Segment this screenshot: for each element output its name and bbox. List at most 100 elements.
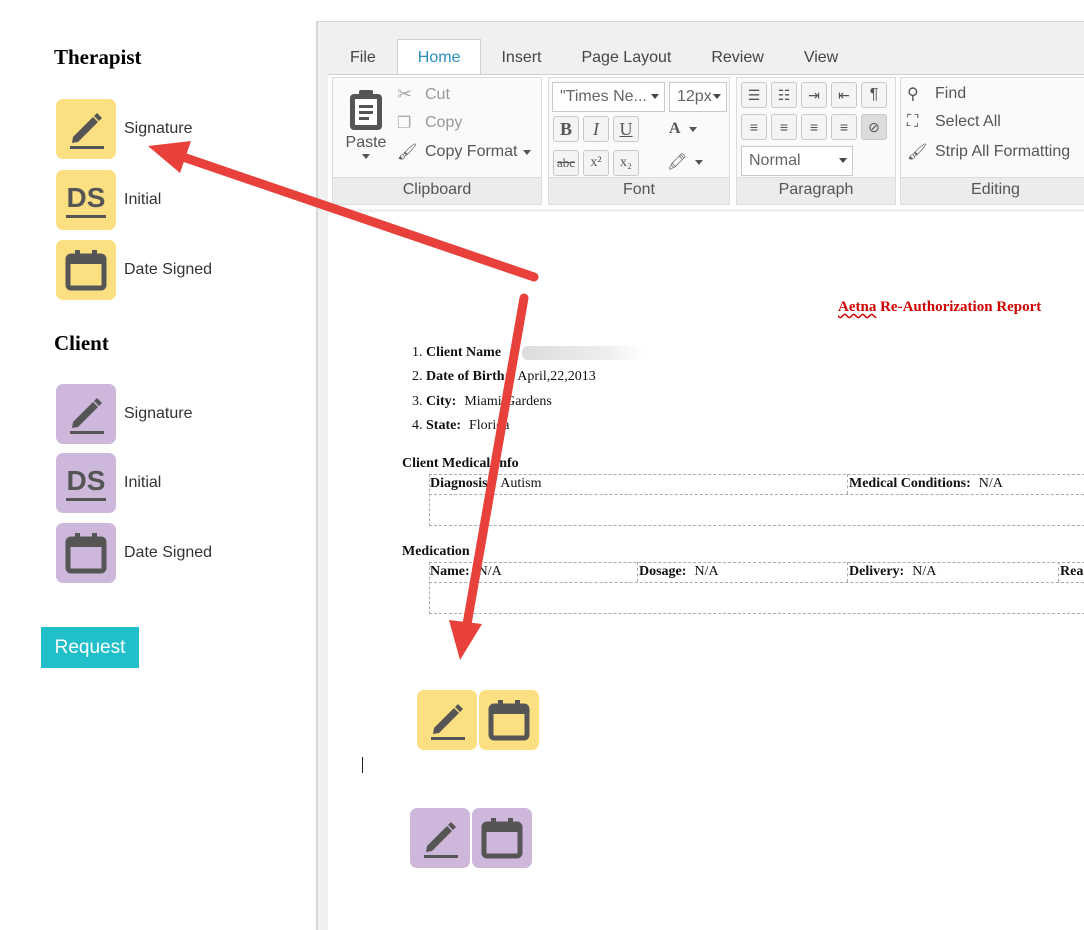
paragraph-group: ☰ ☷ ⇥ ⇤ ¶ ≡ ≡ ≡ ≡ ⊘ Normal Paragraph [736,77,896,205]
therapist-initial-field[interactable]: DS Initial [56,170,286,230]
copy-icon: ❐ [397,115,412,132]
tab-review[interactable]: Review [691,40,783,76]
table-column-divider [847,474,848,494]
cell-label: Medical Conditions: [849,476,971,491]
tab-file[interactable]: File [328,40,397,76]
tab-home[interactable]: Home [396,39,482,76]
request-button[interactable]: Request [41,627,139,668]
font-family-value: "Times Ne... [560,88,647,105]
bold-button[interactable]: B [553,116,579,142]
format-painter-icon: 🖌 [397,144,418,161]
chevron-down-icon [688,126,697,132]
italic-button[interactable]: I [583,116,609,142]
initials-ds-icon: DS [56,453,116,513]
highlight-button[interactable]: 🖍 [667,152,704,172]
menu-tabs: File Home Insert Page Layout Review View [328,36,1084,76]
table-column-divider [1058,562,1059,582]
underline-button[interactable]: U [613,116,639,142]
report-title: Aetna Re-Authorization Report [838,299,1041,316]
align-right-icon[interactable]: ≡ [801,114,827,140]
signature-pen-icon[interactable] [417,690,477,750]
cell-label: Rea [1060,564,1084,579]
medical-info-heading: Client Medical Info [402,456,519,471]
cell-label: Diagnosis: [430,476,493,491]
select-all-label: Select All [935,113,1001,130]
list-number: 1. [412,345,423,360]
indent-icon[interactable]: ⇥ [801,82,827,108]
bullet-list-icon[interactable]: ☰ [741,82,767,108]
font-size-select[interactable]: 12px [669,82,727,112]
paragraph-mark-icon[interactable]: ¶ [861,82,887,108]
info-label: Date of Birth: [426,369,510,384]
superscript-button[interactable]: x² [583,150,609,176]
tab-page-layout[interactable]: Page Layout [561,40,691,76]
copy-format-label: Copy Format [425,143,518,160]
list-number: 4. [412,418,423,433]
medication-table [429,562,1084,614]
font-family-select[interactable]: "Times Ne... [552,82,665,112]
paragraph-group-label: Paragraph [737,177,895,204]
text-cursor [362,757,363,773]
align-center-icon[interactable]: ≡ [771,114,797,140]
clear-alignment-icon[interactable]: ⊘ [861,114,887,140]
therapist-date-signed-field[interactable]: Date Signed [56,240,286,300]
client-signature-field[interactable]: Signature [56,384,286,444]
copy-format-dropdown-icon [523,149,532,155]
info-label: Client Name [426,345,502,360]
clipboard-group-label: Clipboard [333,177,541,204]
select-all-icon: ⛶ [907,113,919,130]
tab-insert[interactable]: Insert [481,40,561,76]
tab-view[interactable]: View [784,40,858,76]
cell-value: N/A [978,476,1003,491]
cut-button[interactable]: ✂ Cut [397,84,450,105]
outdent-icon[interactable]: ⇤ [831,82,857,108]
placed-client-fields [410,808,532,868]
client-title: Client [54,331,109,355]
info-client-name: 1. Client Name [412,345,509,361]
table-column-divider [847,562,848,582]
initials-ds-icon: DS [56,170,116,230]
cell-value: Autism [500,476,542,491]
chevron-down-icon [839,158,847,163]
calendar-icon[interactable] [472,808,532,868]
cell-value: N/A [477,564,502,579]
strip-formatting-button[interactable]: 🖌 Strip All Formatting [907,142,1070,162]
align-left-icon[interactable]: ≡ [741,114,767,140]
signature-pen-icon [56,384,116,444]
client-date-signed-label: Date Signed [124,544,213,561]
calendar-icon [56,240,116,300]
diagnosis-cell: Diagnosis: Autism [430,476,541,492]
highlight-icon: 🖍 [667,154,688,171]
cell-value: N/A [694,564,719,579]
calendar-icon[interactable] [479,690,539,750]
find-button[interactable]: ⚲ Find [907,84,966,104]
therapist-initial-label: Initial [124,191,162,208]
client-date-signed-field[interactable]: Date Signed [56,523,286,583]
report-title-brand: Aetna [838,299,877,315]
medication-heading: Medication [402,544,470,559]
paste-button[interactable]: Paste [341,88,391,168]
info-value: Miami Gardens [464,394,552,409]
svg-text:DS: DS [67,465,106,496]
editing-group: ⚲ Find ⛶ Select All 🖌 Strip All Formatti… [900,77,1084,205]
select-all-button[interactable]: ⛶ Select All [907,113,1001,131]
editing-group-label: Editing [901,177,1084,204]
paragraph-style-select[interactable]: Normal [741,146,853,176]
client-initial-field[interactable]: DS Initial [56,453,286,513]
clipboard-group: Paste ✂ Cut ❐ Copy 🖌 Copy Format Clipboa… [332,77,542,205]
align-justify-icon[interactable]: ≡ [831,114,857,140]
font-group: "Times Ne... 12px B I U A abc x² x₂ 🖍 Fo… [548,77,730,205]
table-row-divider [429,582,1084,583]
therapist-signature-field[interactable]: Signature [56,99,286,159]
copy-button[interactable]: ❐ Copy [397,113,462,133]
copy-format-button[interactable]: 🖌 Copy Format [397,142,532,162]
subscript-button[interactable]: x₂ [613,150,639,176]
numbered-list-icon[interactable]: ☷ [771,82,797,108]
signature-pen-icon[interactable] [410,808,470,868]
chevron-down-icon [651,94,659,99]
font-color-button[interactable]: A [669,120,697,138]
dosage-cell: Dosage: N/A [639,564,719,580]
table-column-divider [637,562,638,582]
paste-label: Paste [345,134,387,151]
strikethrough-button[interactable]: abc [553,150,579,176]
